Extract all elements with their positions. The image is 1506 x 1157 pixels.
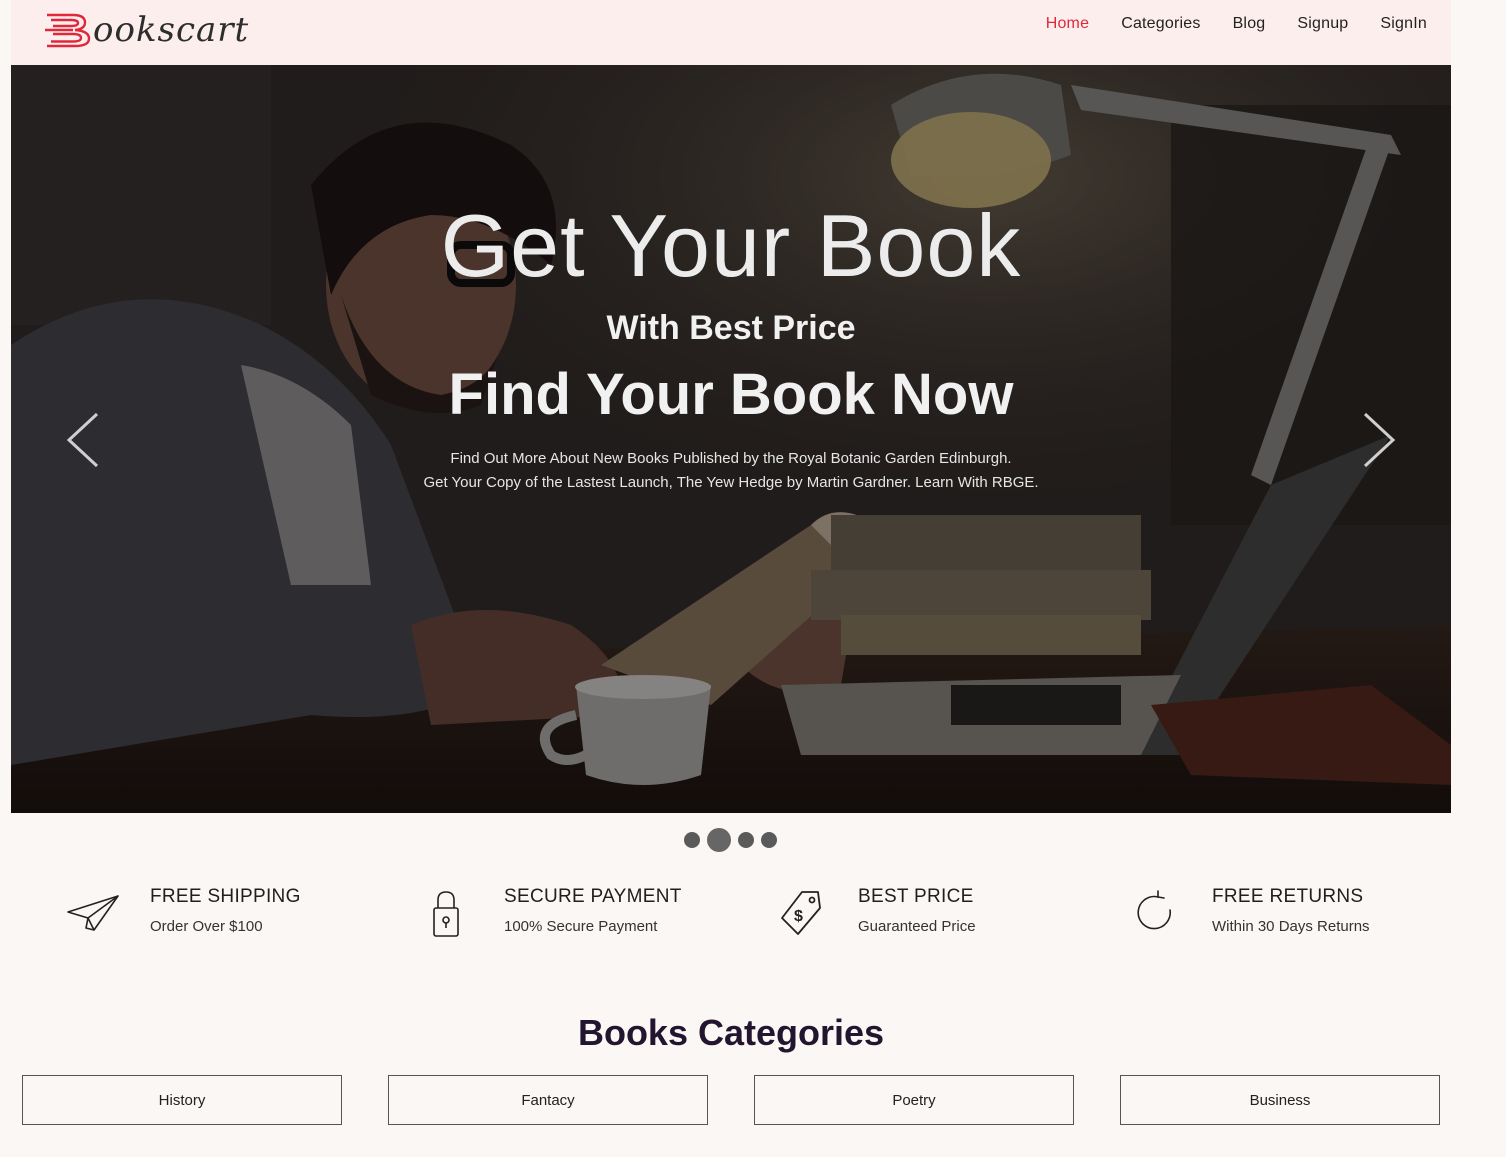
hero-carousel: Get Your Book With Best Price Find Your … [11, 65, 1451, 813]
chevron-right-icon [1363, 412, 1396, 468]
nav-signin[interactable]: SignIn [1380, 15, 1427, 33]
category-button-history[interactable]: History [22, 1075, 342, 1125]
brand-logo[interactable]: ookscart [43, 6, 249, 48]
nav-menu: Home Categories Blog Signup SignIn [1046, 15, 1427, 33]
hero-title: Get Your Book [440, 196, 1022, 295]
feature-text: BEST PRICE Guaranteed Price [858, 880, 976, 935]
refresh-icon [1137, 890, 1171, 930]
hero-description: Find Out More About New Books Published … [11, 447, 1451, 495]
nav-signup[interactable]: Signup [1297, 15, 1348, 33]
nav-categories[interactable]: Categories [1121, 15, 1200, 33]
carousel-indicator-3[interactable] [738, 832, 754, 848]
carousel-indicator-1[interactable] [684, 832, 700, 848]
feature-title: FREE RETURNS [1212, 886, 1364, 907]
price-tag-icon: $ [781, 891, 821, 935]
navbar: ookscart Home Categories Blog Signup Sig… [11, 0, 1451, 65]
feature-subtitle: Within 30 Days Returns [1212, 918, 1370, 935]
nav-home[interactable]: Home [1046, 15, 1089, 33]
feature-subtitle: Guaranteed Price [858, 918, 976, 935]
nav-blog[interactable]: Blog [1233, 15, 1266, 33]
svg-text:$: $ [794, 908, 803, 925]
feature-text: SECURE PAYMENT 100% Secure Payment [504, 880, 682, 935]
hero-overlay [11, 65, 1451, 813]
feature-text: FREE SHIPPING Order Over $100 [150, 880, 301, 935]
logo-b-icon [45, 13, 91, 48]
feature-title: FREE SHIPPING [150, 886, 301, 907]
hero-tagline: Find Your Book Now [448, 362, 1014, 427]
feature-subtitle: 100% Secure Payment [504, 918, 658, 935]
feature-free-shipping: FREE SHIPPING Order Over $100 [60, 880, 301, 950]
category-button-poetry[interactable]: Poetry [754, 1075, 1074, 1125]
category-button-fantacy[interactable]: Fantacy [388, 1075, 708, 1125]
carousel-next-button[interactable] [1361, 410, 1397, 470]
carousel-indicators [684, 828, 777, 852]
feature-text: FREE RETURNS Within 30 Days Returns [1212, 880, 1370, 935]
feature-subtitle: Order Over $100 [150, 918, 263, 935]
feature-free-returns: FREE RETURNS Within 30 Days Returns [1122, 880, 1370, 950]
carousel-prev-button[interactable] [65, 410, 101, 470]
hero-description-line-2: Get Your Copy of the Lastest Launch, The… [423, 474, 1039, 491]
carousel-indicator-4[interactable] [761, 832, 777, 848]
feature-title: BEST PRICE [858, 886, 974, 907]
feature-secure-payment: SECURE PAYMENT 100% Secure Payment [414, 880, 682, 950]
paper-plane-icon [67, 895, 119, 931]
category-button-business[interactable]: Business [1120, 1075, 1440, 1125]
carousel-indicator-2[interactable] [707, 828, 731, 852]
feature-best-price: $ BEST PRICE Guaranteed Price [768, 880, 976, 950]
hero-description-line-1: Find Out More About New Books Published … [450, 450, 1012, 467]
feature-title: SECURE PAYMENT [504, 886, 682, 907]
chevron-left-icon [66, 412, 99, 468]
hero-subtitle: With Best Price [606, 309, 856, 347]
brand-name: ookscart [93, 10, 250, 50]
categories-heading: Books Categories [577, 1012, 885, 1053]
features-row: FREE SHIPPING Order Over $100 SECURE PAY… [60, 880, 1460, 950]
lock-icon [433, 891, 459, 937]
